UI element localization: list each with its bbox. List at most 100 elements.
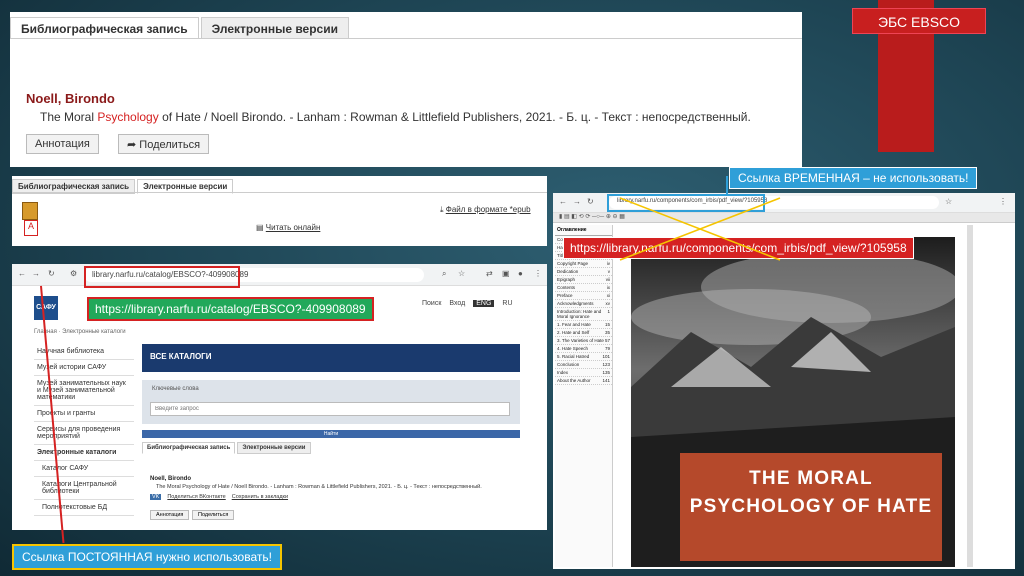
- nav-eng[interactable]: ENG: [473, 300, 495, 307]
- toc-item[interactable]: 4. Hate Speech 79: [555, 345, 612, 353]
- toc-item-title: Contents: [557, 285, 576, 290]
- inner-share-row: VK Поделиться ВКонтакте Сохранить в закл…: [150, 494, 288, 500]
- sidebar-item-catalogs[interactable]: Электронные каталоги: [34, 445, 134, 461]
- cross-out-lines: [619, 197, 781, 261]
- book-icon: ▤: [256, 223, 266, 232]
- sidebar-item-library[interactable]: Научная библиотека: [34, 344, 134, 360]
- read-online-link[interactable]: ▤ Читать онлайн: [256, 223, 320, 232]
- sidepanel-icon[interactable]: ▣: [502, 269, 510, 278]
- toc-item-title: 2. Hate and Self: [557, 330, 590, 335]
- toc-item-title: Epigraph: [557, 277, 576, 282]
- record-title-post: of Hate / Noell Birondo. - Lanham : Rowm…: [158, 110, 751, 124]
- toc-item-title: 1. Fear and Hate: [557, 322, 591, 327]
- bookmark-star-icon[interactable]: ☆: [458, 269, 465, 278]
- download-epub-link[interactable]: ⤓ Файл в формате *epub: [440, 205, 531, 215]
- read-online-label: Читать онлайн: [265, 223, 321, 232]
- search-input[interactable]: [150, 402, 510, 416]
- profile-icon[interactable]: ●: [518, 269, 523, 278]
- toc-item-title: Acknowledgments: [557, 301, 594, 306]
- share-vk-link[interactable]: Поделиться ВКонтакте: [167, 494, 225, 500]
- breadcrumb[interactable]: Главная · Электронные каталоги: [34, 329, 126, 335]
- toc-item-title: Dedication: [557, 269, 579, 274]
- nav-search[interactable]: Поиск: [422, 300, 441, 307]
- download-epub-label: Файл в формате *epub: [445, 205, 531, 214]
- toc-item-page: ix: [606, 285, 610, 290]
- toc-item-page: 135: [602, 370, 610, 375]
- share-button[interactable]: ➦ Поделиться: [118, 134, 210, 154]
- inner-record-author: Noell, Birondo: [150, 476, 191, 482]
- inner-annotation-button[interactable]: Аннотация: [150, 510, 190, 520]
- reader-reload-icon[interactable]: ↻: [587, 197, 594, 206]
- toc-item-title: Preface: [557, 293, 573, 298]
- toc-item-page: 15: [604, 322, 610, 327]
- tab-bibliographic[interactable]: Библиографическая запись: [10, 17, 199, 39]
- toc-item-title: Conclusion: [557, 362, 580, 367]
- share-icon: ➦: [127, 139, 140, 151]
- record-author: Noell, Birondo: [26, 91, 115, 106]
- pdf-scrollbar[interactable]: [967, 225, 973, 567]
- toc-item-title: About the Author: [557, 378, 591, 383]
- permanent-url-label: https://library.narfu.ru/catalog/EBSCO?-…: [87, 297, 374, 321]
- record-title-highlight: Psychology: [97, 110, 159, 124]
- versions-panel: Библиографическая запись Электронные вер…: [12, 176, 547, 246]
- toc-item-page: xi: [606, 293, 610, 298]
- toc-item-page: xv: [605, 301, 611, 306]
- slide-title: ЭБС EBSCO: [852, 8, 986, 34]
- reader-forward-icon[interactable]: →: [573, 197, 581, 206]
- toc-item-title: 5. Racial Hatred: [557, 354, 590, 359]
- sidebar-item-narfu-catalog[interactable]: Каталог САФУ: [34, 461, 134, 477]
- site-logo-text: САФУ: [36, 304, 56, 311]
- site-logo[interactable]: САФУ: [34, 296, 58, 320]
- toc-item[interactable]: Acknowledgments xv: [555, 300, 612, 308]
- toc-item[interactable]: Conclusion 123: [555, 361, 612, 369]
- toc-item-title: Introduction: Hate and Moral Ignorance: [557, 309, 602, 319]
- menu-icon[interactable]: ⋮: [534, 269, 542, 278]
- permanent-url-highlight: [84, 266, 240, 288]
- sidebar-item-services[interactable]: Сервисы для проведения мероприятий: [34, 422, 134, 445]
- toc-item[interactable]: 2. Hate and Self 35: [555, 329, 612, 337]
- inner-tab-electronic[interactable]: Электронные версии: [237, 442, 311, 454]
- reader-star-icon[interactable]: ☆: [945, 197, 952, 206]
- annotation-button[interactable]: Аннотация: [26, 134, 99, 154]
- toc-item-title: 4. Hate Speech: [557, 346, 589, 351]
- toc-item[interactable]: About the Author 141: [555, 377, 612, 385]
- reader-back-icon[interactable]: ←: [559, 197, 567, 206]
- toc-item[interactable]: Index 135: [555, 369, 612, 377]
- sidebar-item-central-catalogs[interactable]: Каталоги Центральной библиотеки: [34, 477, 134, 500]
- nav-ru[interactable]: RU: [502, 300, 512, 307]
- sidebar-item-projects[interactable]: Проекты и гранты: [34, 406, 134, 422]
- toc-panel: Оглавление CoveriHalf TitleiTitle Pageii…: [555, 225, 613, 567]
- toc-item-page: 123: [602, 362, 610, 367]
- record-panel: Библиографическая запись Электронные вер…: [10, 12, 802, 167]
- toc-item[interactable]: Contents ix: [555, 284, 612, 292]
- toc-item-page: 35: [604, 330, 610, 335]
- tab-electronic[interactable]: Электронные версии: [200, 17, 349, 39]
- catalogs-banner-title: ВСЕ КАТАЛОГИ: [150, 352, 212, 361]
- search-box: Ключевые слова: [142, 380, 520, 424]
- inner-share-button[interactable]: Поделиться: [192, 510, 235, 520]
- reader-menu-icon[interactable]: ⋮: [999, 197, 1007, 206]
- toc-item[interactable]: 5. Racial Hatred 101: [555, 353, 612, 361]
- forward-icon[interactable]: →: [32, 269, 40, 278]
- cast-icon[interactable]: ⇄: [486, 269, 493, 278]
- back-icon[interactable]: ←: [18, 269, 26, 278]
- find-button[interactable]: Найти: [142, 430, 520, 438]
- toc-item[interactable]: Introduction: Hate and Moral Ignorance 1: [555, 308, 612, 321]
- site-settings-icon[interactable]: ⚙: [70, 269, 77, 278]
- inner-tab-bibliographic[interactable]: Библиографическая запись: [142, 442, 236, 454]
- toc-item-page: 57: [604, 338, 610, 343]
- toc-item[interactable]: Epigraph vii: [555, 276, 612, 284]
- toc-item[interactable]: Preface xi: [555, 292, 612, 300]
- site-nav: Поиск Вход ENG RU: [422, 300, 513, 307]
- vk-icon[interactable]: VK: [150, 494, 162, 500]
- save-bookmark-link[interactable]: Сохранить в закладки: [232, 494, 288, 500]
- toc-item[interactable]: 1. Fear and Hate 15: [555, 321, 612, 329]
- toc-item-page: 141: [602, 378, 610, 383]
- reload-icon[interactable]: ↻: [48, 269, 55, 278]
- temp-link-note: Ссылка ВРЕМЕННАЯ – не использовать!: [729, 167, 978, 189]
- toc-item-title: 3. The Varieties of Hate: [557, 338, 604, 343]
- sidebar-item-fulltext-db[interactable]: Полнотекстовые БД: [34, 500, 134, 516]
- nav-login[interactable]: Вход: [449, 300, 465, 307]
- toc-item[interactable]: 3. The Varieties of Hate 57: [555, 337, 612, 345]
- zoom-icon[interactable]: ⌕: [442, 269, 446, 279]
